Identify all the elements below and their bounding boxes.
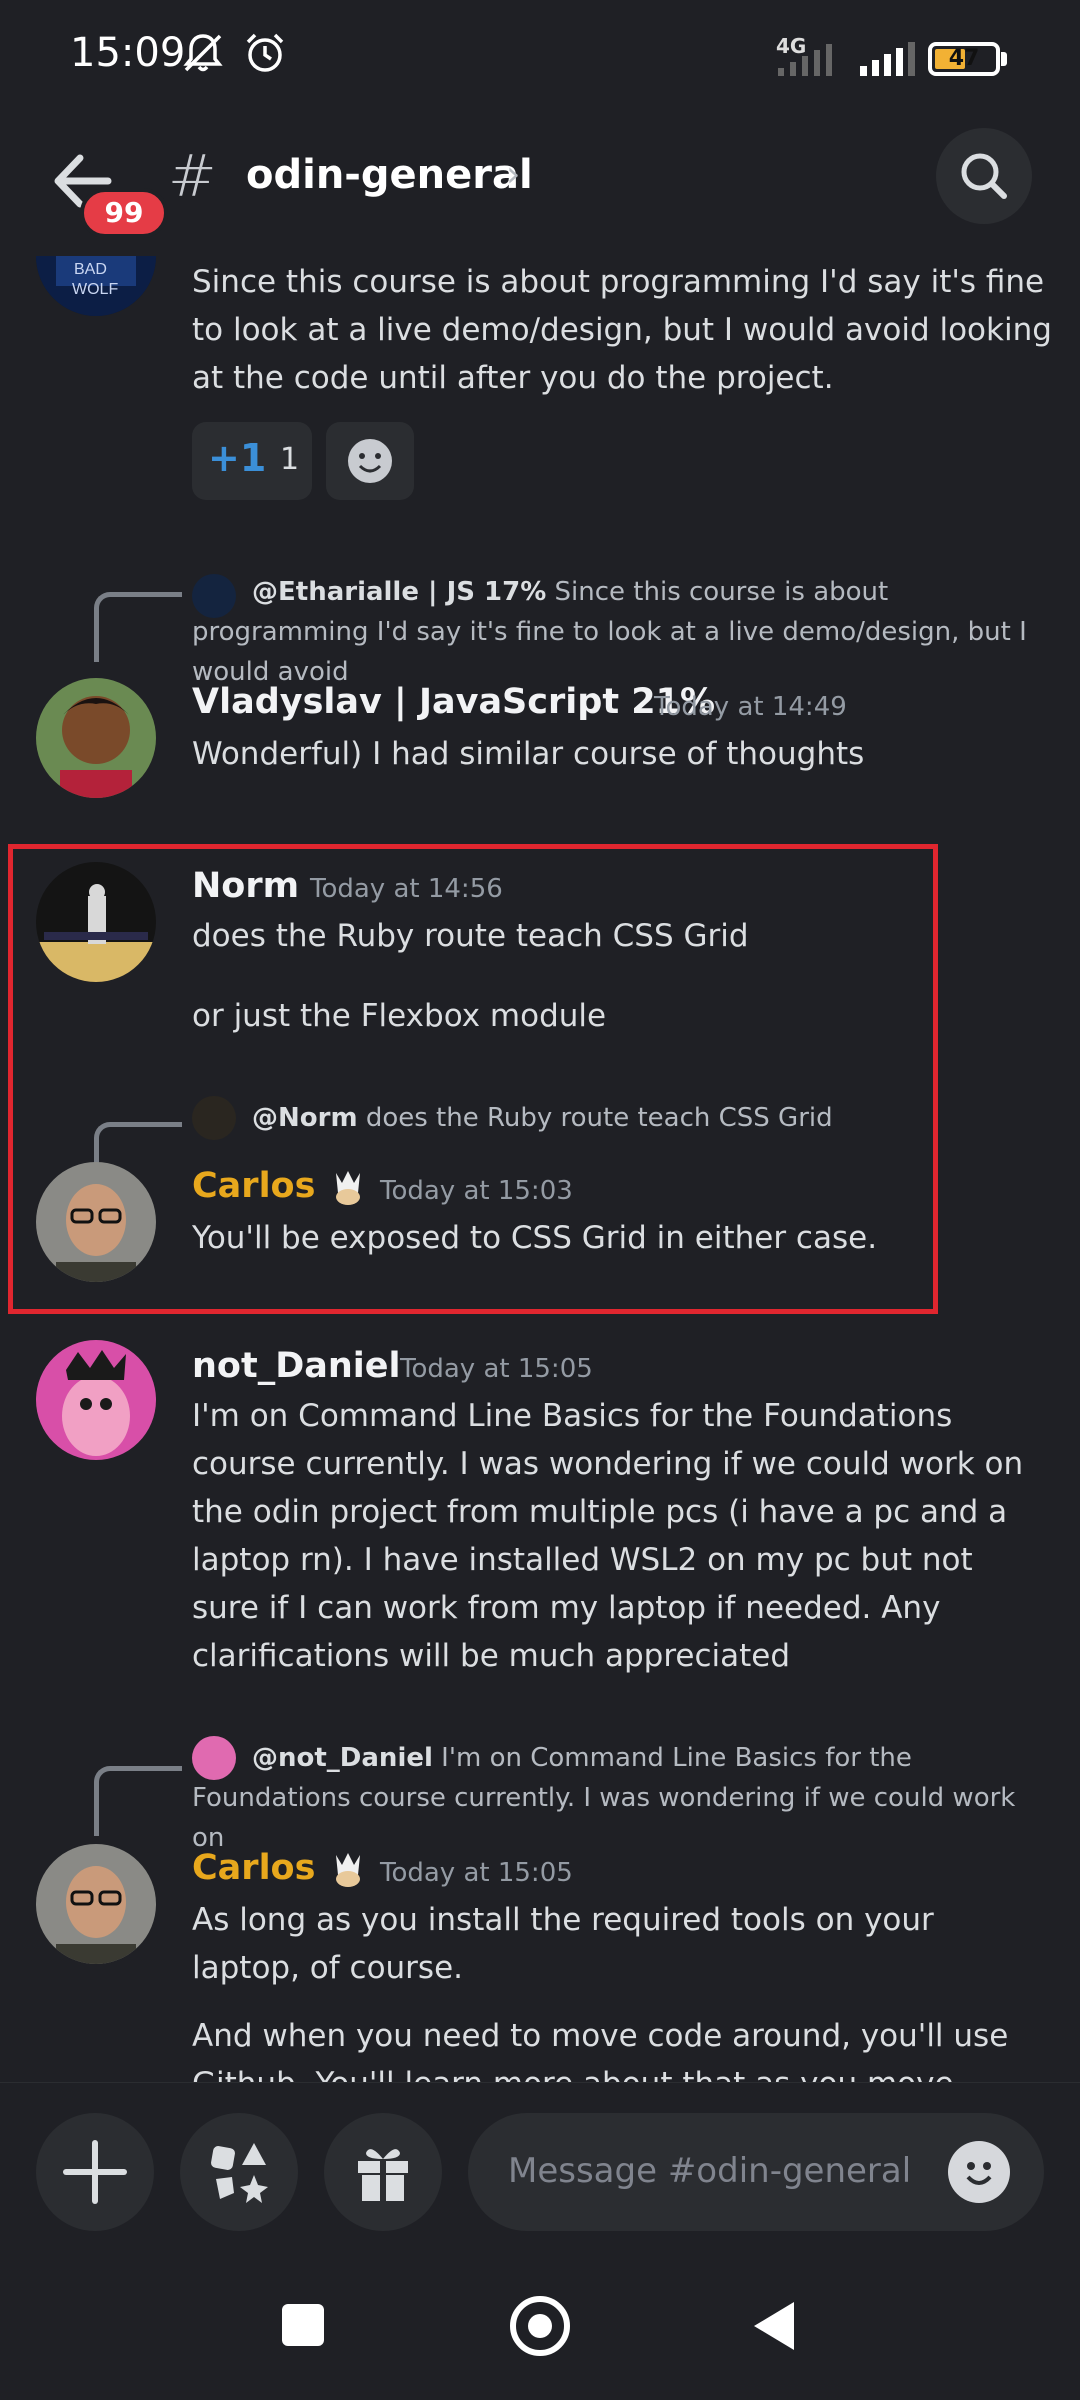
unread-badge: 99	[80, 188, 168, 238]
message-text: And when you need to move code around, y…	[192, 2018, 1009, 2082]
status-time: 15:09	[70, 30, 186, 76]
avatar-text-2: WOLF	[72, 281, 118, 298]
mute-notifications-icon	[183, 34, 223, 72]
channel-hash-icon: #	[168, 142, 217, 210]
message-timestamp: Today at 15:05	[400, 1354, 593, 1384]
system-nav-bar	[0, 2262, 1080, 2400]
wizard-badge-icon	[335, 1853, 360, 1887]
add-reaction-icon	[348, 439, 392, 483]
message-input[interactable]: Message #odin-general	[468, 2113, 1044, 2231]
battery-icon: 47	[928, 42, 1000, 76]
message-author[interactable]: not_Daniel	[192, 1346, 401, 1386]
avatar[interactable]	[36, 678, 156, 798]
alarm-icon	[246, 33, 284, 72]
message-text: Since this course is about programming I…	[192, 264, 1052, 396]
avatar[interactable]: BAD WOLF	[36, 256, 156, 316]
plus-one-emoji-icon: +1	[208, 436, 267, 480]
message-text: Wonderful) I had similar course of thoug…	[192, 736, 865, 772]
reply-author: @Etharialle | JS 17%	[252, 577, 547, 607]
battery-level: 47	[948, 46, 980, 71]
gift-icon	[358, 2149, 408, 2201]
emoji-button[interactable]	[948, 2141, 1010, 2203]
reply-connector	[94, 1766, 182, 1836]
status-bar: 15:09 4G 47	[0, 0, 1080, 118]
home-button[interactable]	[510, 2296, 570, 2356]
signal-icon-2	[860, 42, 915, 76]
reply-preview[interactable]: @Etharialle | JS 17% Since this course i…	[192, 572, 1052, 692]
add-reaction-button[interactable]	[326, 422, 414, 500]
message-author[interactable]: Carlos	[192, 1848, 368, 1889]
message-composer: Message #odin-general	[0, 2082, 1080, 2262]
avatar-image	[36, 1844, 156, 1964]
highlight-box	[8, 844, 938, 1314]
gift-button[interactable]	[324, 2113, 442, 2231]
channel-header: 99 # odin-general ›	[0, 118, 1080, 256]
channel-name[interactable]: odin-general	[246, 152, 533, 198]
reply-author: @not_Daniel	[252, 1743, 433, 1773]
avatar[interactable]	[36, 1844, 156, 1964]
avatar-image: BAD WOLF	[36, 256, 156, 316]
message-text: I'm on Command Line Basics for the Found…	[192, 1398, 1024, 1674]
avatar-image	[36, 1340, 156, 1460]
add-attachment-button[interactable]	[36, 2113, 154, 2231]
apps-button[interactable]	[180, 2113, 298, 2231]
chevron-right-icon[interactable]: ›	[506, 154, 520, 195]
smile-icon	[966, 2162, 992, 2185]
signal-icon	[778, 44, 832, 76]
avatar-text-1: BAD	[74, 261, 107, 278]
search-button[interactable]	[936, 128, 1032, 224]
reply-preview[interactable]: @not_Daniel I'm on Command Line Basics f…	[192, 1738, 1052, 1858]
search-icon	[961, 153, 1007, 199]
author-name: Carlos	[192, 1848, 316, 1888]
battery-tip	[1001, 52, 1007, 66]
reaction-plus-one[interactable]: +1 1	[192, 422, 312, 500]
apps-icon	[211, 2143, 268, 2203]
message-timestamp: Today at 14:49	[654, 692, 847, 722]
back-nav-button[interactable]	[754, 2302, 794, 2350]
reaction-count: 1	[280, 442, 300, 477]
message-text: As long as you install the required tool…	[192, 1902, 934, 1986]
avatar-image	[36, 678, 156, 798]
plus-icon	[63, 2140, 127, 2204]
recents-button[interactable]	[282, 2304, 324, 2346]
message-author[interactable]: Vladyslav | JavaScript 21%	[192, 682, 715, 722]
reply-connector	[94, 592, 182, 662]
message-timestamp: Today at 15:05	[380, 1858, 573, 1888]
message-input-placeholder: Message #odin-general	[508, 2151, 912, 2191]
avatar[interactable]	[36, 1340, 156, 1460]
